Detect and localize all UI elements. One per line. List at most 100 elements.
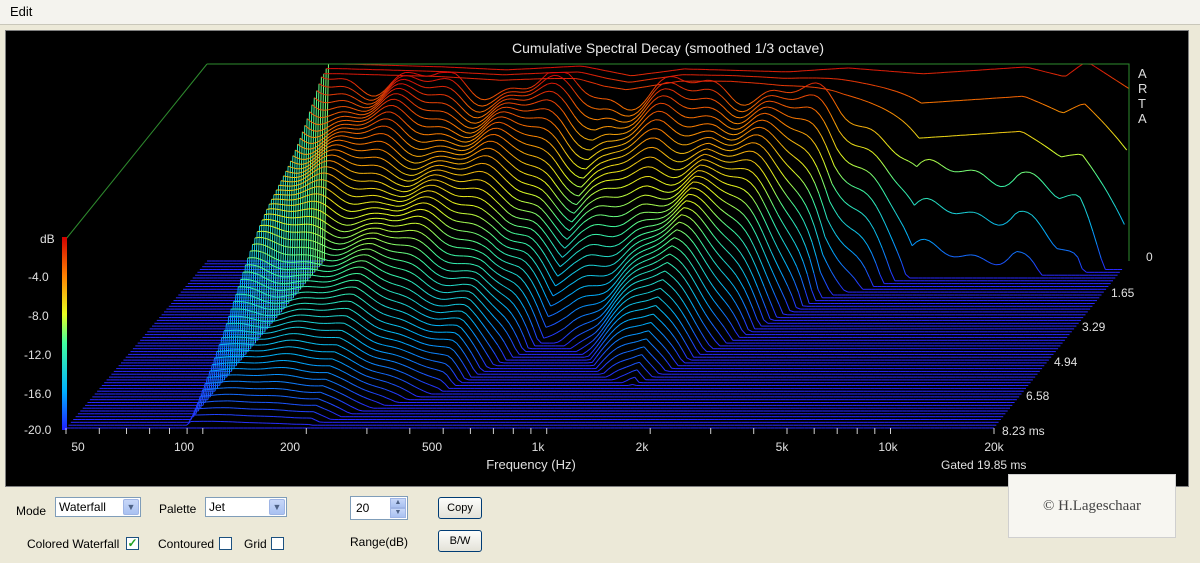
waterfall-slice-segment [315,123,320,126]
waterfall-slice-segment [714,100,720,104]
waterfall-slice-segment [766,120,772,124]
waterfall-slice-segment [498,222,504,228]
waterfall-slice-segment [534,231,540,237]
waterfall-slice-segment [547,152,553,158]
waterfall-slice-segment [801,95,806,98]
waterfall-slice-segment [671,82,676,85]
waterfall-slice-segment [527,193,532,196]
waterfall-slice-segment [551,134,557,140]
waterfall-slice-segment [676,68,681,71]
waterfall-slice-segment [668,191,673,193]
waterfall-slice-segment [570,170,576,176]
waterfall-slice-segment [746,278,752,289]
waterfall-slice-segment [648,128,654,131]
waterfall-slice-segment [526,227,531,230]
waterfall-slice-segment [371,101,376,105]
waterfall-slice-segment [617,215,622,217]
waterfall-slice-segment [331,100,336,103]
waterfall-slice-segment [742,143,748,147]
waterfall-slice-segment [352,89,358,94]
waterfall-slice-segment [685,97,691,100]
waterfall-slice-segment [687,207,693,211]
waterfall-slice-segment [532,238,538,244]
waterfall-slice-segment [750,112,755,118]
waterfall-slice-segment [736,152,741,156]
waterfall-slice-segment [765,139,771,145]
waterfall-slice-segment [579,156,585,160]
waterfall-slice-segment [550,100,556,104]
waterfall-slice-segment [632,120,638,125]
waterfall-slice-segment [1038,101,1044,105]
waterfall-slice-segment [626,233,632,239]
waterfall-slice-segment [344,146,350,149]
waterfall-slice-segment [455,180,460,183]
waterfall-slice-segment [920,238,925,241]
waterfall-slice-segment [850,227,856,232]
waterfall-slice-segment [708,154,714,158]
waterfall-slice-segment [512,196,517,200]
waterfall-slice-segment [794,129,799,132]
waterfall-slice-segment [373,180,378,183]
waterfall-slice-segment [708,229,714,236]
waterfall-slice-segment [647,90,654,97]
waterfall-slice-segment [625,152,630,156]
waterfall-slice-segment [438,174,444,177]
waterfall-slice-segment [706,148,712,151]
waterfall-slice-segment [285,170,291,173]
waterfall-slice-segment [415,114,421,118]
waterfall-slice-segment [1103,71,1109,76]
waterfall-slice-segment [598,97,603,100]
waterfall-slice-segment [520,200,526,203]
waterfall-slice-segment [326,135,332,140]
waterfall-slice-segment [405,173,411,176]
waterfall-slice-segment [352,179,357,182]
waterfall-slice-segment [287,176,292,178]
waterfall-slice-segment [1017,172,1022,177]
waterfall-slice-segment [411,76,416,79]
menu-edit[interactable]: Edit [8,4,34,19]
waterfall-slice-segment [589,95,595,98]
waterfall-slice-segment [587,169,593,175]
waterfall-slice-segment [993,223,999,226]
waterfall-slice-segment [626,120,632,123]
waterfall-slice-segment [705,185,711,191]
waterfall-slice-segment [727,93,733,99]
waterfall-slice-segment [320,109,325,111]
waterfall-slice-segment [365,98,370,101]
waterfall-slice-segment [702,148,708,151]
waterfall-slice-segment [835,234,841,241]
waterfall-slice-segment [533,135,538,138]
waterfall-slice-segment [469,204,474,207]
waterfall-slice-segment [1061,248,1066,251]
waterfall-slice-segment [367,93,372,97]
waterfall-slice-segment [452,157,457,160]
waterfall-slice-segment [830,113,836,123]
waterfall-slice-segment [517,159,523,163]
waterfall-slice-segment [798,106,804,109]
waterfall-slice-segment [469,138,475,142]
waterfall-slice-segment [575,78,580,80]
waterfall-slice-segment [490,99,496,104]
waterfall-slice-segment [341,93,347,95]
waterfall-slice-segment [327,166,332,169]
waterfall-slice-segment [697,115,703,118]
waterfall-slice-segment [593,118,598,121]
waterfall-slice-segment [657,179,663,184]
waterfall-slice-segment [337,106,342,108]
waterfall-slice-segment [540,178,546,183]
waterfall-slice-segment [505,131,511,136]
waterfall-slice-segment [761,264,767,275]
waterfall-slice-segment [685,168,691,173]
waterfall-slice-segment [1120,82,1126,87]
waterfall-slice-segment [381,111,387,114]
waterfall-slice-segment [681,95,686,99]
waterfall-slice-segment [389,199,395,201]
waterfall-slice-segment [530,144,536,147]
waterfall-slice-segment [842,136,848,142]
waterfall-slice-segment [511,232,516,235]
waterfall-slice-segment [618,120,623,123]
waterfall-slice-segment [582,101,588,106]
waterfall-slice-segment [686,143,691,146]
waterfall-slice-segment [354,83,360,89]
waterfall-slice-segment [492,207,498,213]
